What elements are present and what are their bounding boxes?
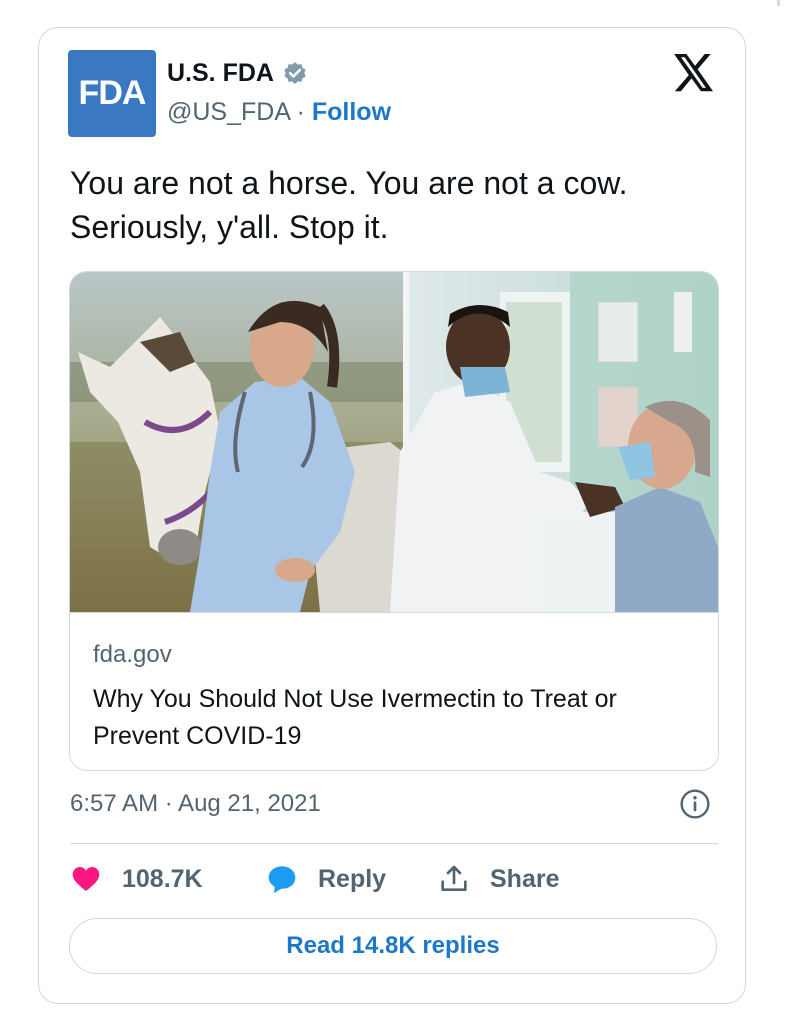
actions-divider bbox=[70, 843, 718, 844]
tweet-text-line-2: Seriously, y'all. Stop it. bbox=[70, 209, 389, 245]
handle[interactable]: @US_FDA bbox=[167, 98, 290, 126]
like-count: 108.7K bbox=[122, 864, 203, 893]
info-icon[interactable] bbox=[679, 788, 711, 820]
read-replies-button[interactable]: Read 14.8K replies bbox=[69, 918, 717, 974]
link-preview-meta[interactable]: fda.gov Why You Should Not Use Ivermecti… bbox=[70, 612, 718, 770]
tweet-text: You are not a horse. You are not a cow. … bbox=[70, 161, 720, 249]
separator-dot: · bbox=[289, 98, 312, 126]
tweet-text-line-1: You are not a horse. You are not a cow. bbox=[70, 165, 628, 201]
tweet-actions: 108.7K Reply Share bbox=[70, 863, 718, 903]
heart-icon bbox=[72, 867, 100, 891]
handle-row: @US_FDA · Follow bbox=[167, 98, 391, 127]
fda-avatar[interactable]: FDA bbox=[68, 50, 156, 137]
link-domain: fda.gov bbox=[93, 641, 172, 668]
display-name[interactable]: U.S. FDA bbox=[167, 59, 274, 88]
tweet-timestamp[interactable]: 6:57 AM · Aug 21, 2021 bbox=[70, 790, 321, 818]
avatar-logo-text: FDA bbox=[78, 74, 147, 112]
link-preview-card[interactable]: fda.gov Why You Should Not Use Ivermecti… bbox=[69, 271, 719, 771]
x-logo-icon[interactable] bbox=[673, 54, 715, 92]
reply-bubble-icon bbox=[268, 866, 296, 893]
tweet-card: FDA U.S. FDA @US_FDA · Follow You are no… bbox=[38, 27, 746, 1004]
read-replies-label: Read 14.8K replies bbox=[286, 932, 500, 959]
like-button[interactable]: 108.7K bbox=[70, 863, 203, 895]
link-preview-image[interactable] bbox=[70, 272, 719, 612]
reply-button[interactable]: Reply bbox=[266, 863, 386, 895]
follow-button[interactable]: Follow bbox=[312, 98, 391, 126]
reply-label: Reply bbox=[318, 864, 387, 893]
scroll-indicator bbox=[777, 0, 780, 6]
author-name-row: U.S. FDA bbox=[167, 59, 308, 88]
verified-badge-icon bbox=[284, 61, 306, 84]
share-icon bbox=[441, 865, 467, 891]
share-label: Share bbox=[490, 864, 560, 893]
link-title: Why You Should Not Use Ivermectin to Tre… bbox=[93, 685, 617, 750]
share-button[interactable]: Share bbox=[438, 863, 559, 895]
